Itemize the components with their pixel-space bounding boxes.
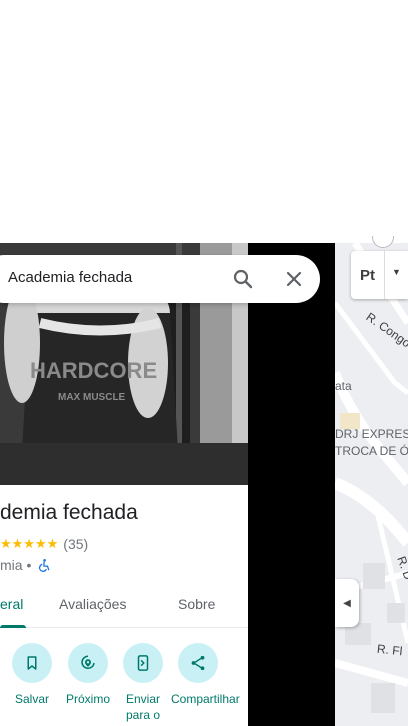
- send-to-phone-button[interactable]: Enviar para o: [116, 643, 170, 723]
- shirt-print: HARDCORE: [30, 358, 157, 383]
- place-tabs: eral Avaliações Sobre: [0, 584, 248, 628]
- action-circle[interactable]: [178, 643, 218, 683]
- action-circle[interactable]: [123, 643, 163, 683]
- map-label: ata: [335, 379, 352, 393]
- map-canvas[interactable]: R. Congo ata DRJ EXPRES TROCA DE Ó R. D …: [248, 243, 408, 726]
- action-buttons: Salvar Próximo Enviar para o Compartilha…: [0, 640, 248, 726]
- save-label: Salvar: [14, 692, 49, 706]
- chevron-down-icon[interactable]: ▼: [384, 251, 408, 299]
- active-tab-indicator: [0, 625, 26, 628]
- save-button[interactable]: Salvar: [5, 643, 59, 707]
- chevron-left-icon: ◀: [343, 597, 351, 609]
- transit-layer-button[interactable]: Pt: [351, 251, 384, 299]
- search-box[interactable]: Academia fechada: [0, 255, 320, 303]
- place-title: demia fechada: [0, 501, 138, 524]
- send-to-phone-icon: [137, 655, 149, 671]
- nearby-button[interactable]: Próximo: [61, 643, 115, 707]
- rating-row[interactable]: ★★★★★ (35): [0, 536, 88, 552]
- shirt-print: MAX MUSCLE: [58, 392, 126, 403]
- tab-reviews[interactable]: Avaliações: [59, 596, 126, 612]
- map-label: R. Fl: [376, 641, 404, 659]
- share-icon: [191, 655, 205, 671]
- search-icon[interactable]: [231, 267, 255, 291]
- share-button[interactable]: Compartilhar: [171, 643, 240, 707]
- tab-overview[interactable]: eral: [0, 596, 23, 612]
- send-to-phone-label: Enviar para o: [125, 692, 161, 722]
- map-layer-control[interactable]: Pt ▼: [351, 251, 408, 299]
- share-label: Compartilhar: [171, 692, 240, 706]
- map-label: DRJ EXPRES: [335, 427, 408, 441]
- nearby-label: Próximo: [65, 692, 110, 706]
- wheelchair-icon: [39, 559, 50, 572]
- action-circle[interactable]: [68, 643, 108, 683]
- maps-screen: R. Congo ata DRJ EXPRES TROCA DE Ó R. D …: [0, 0, 408, 726]
- search-input[interactable]: Academia fechada: [8, 269, 132, 286]
- tab-about[interactable]: Sobre: [178, 596, 215, 612]
- rating-stars: ★★★★★: [0, 536, 59, 551]
- rating-count[interactable]: (35): [63, 536, 88, 552]
- map-tiles[interactable]: R. Congo ata DRJ EXPRES TROCA DE Ó R. D …: [335, 243, 408, 726]
- nearby-icon: [81, 655, 95, 669]
- collapse-panel-button[interactable]: ◀: [335, 579, 359, 627]
- map-label: TROCA DE Ó: [335, 444, 408, 458]
- category-row: mia •: [0, 557, 51, 573]
- bookmark-icon: [27, 656, 37, 670]
- place-category: mia •: [0, 557, 32, 573]
- action-circle[interactable]: [12, 643, 52, 683]
- close-icon[interactable]: [282, 267, 306, 291]
